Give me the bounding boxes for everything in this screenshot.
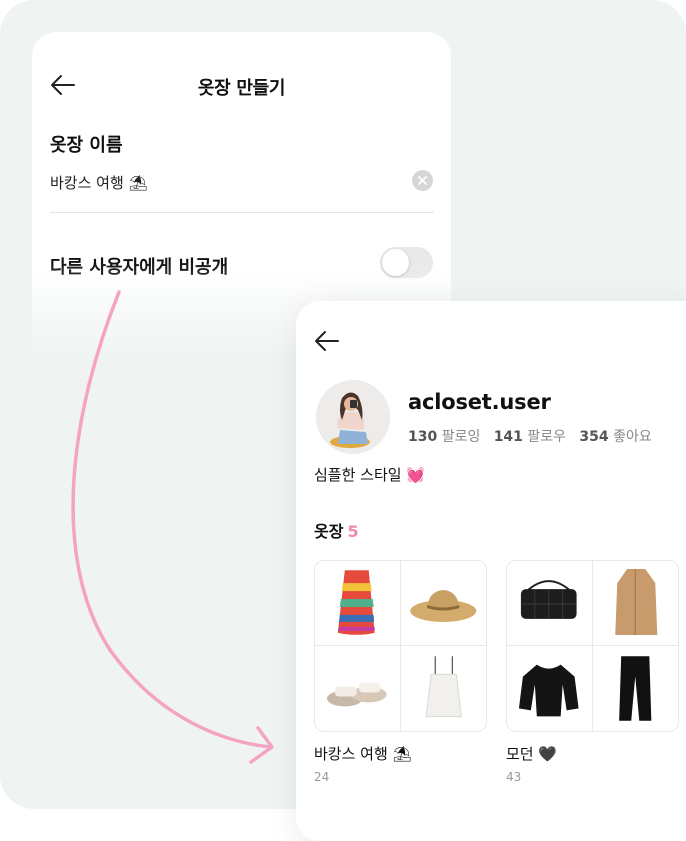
avatar[interactable] <box>316 380 390 454</box>
closet-item-cell <box>401 646 487 731</box>
private-toggle-label: 다른 사용자에게 비공개 <box>50 257 229 278</box>
closet-name[interactable]: 바캉스 여행 ⛱ <box>314 743 412 764</box>
closet-item-cell <box>507 561 593 646</box>
closet-card-modern[interactable] <box>506 560 679 732</box>
closet-item-cell <box>593 646 679 731</box>
closet-name[interactable]: 모던 🖤 <box>506 743 557 764</box>
closet-item-cell <box>315 561 401 646</box>
closets-count: 5 <box>347 522 359 541</box>
toggle-knob <box>382 249 409 276</box>
closet-name-label: 옷장 이름 <box>50 135 123 156</box>
following-stat[interactable]: 130 팔로잉 <box>408 429 480 445</box>
closet-item-cell <box>315 646 401 731</box>
closet-item-cell <box>592 561 678 646</box>
back-arrow-icon[interactable] <box>314 330 340 352</box>
closet-name-input[interactable]: 바캉스 여행 ⛱ <box>50 172 148 193</box>
trench-coat-icon <box>614 569 657 635</box>
leather-pants-icon <box>618 656 651 721</box>
username: acloset.user <box>408 390 551 414</box>
likes-stat[interactable]: 354 좋아요 <box>579 429 651 445</box>
followers-stat[interactable]: 141 팔로우 <box>494 429 566 445</box>
sandals-icon <box>326 682 387 707</box>
closet-item-count: 43 <box>506 770 522 784</box>
profile-card: acloset.user 130 팔로잉 141 팔로우 354 좋아요 심플한… <box>296 301 686 841</box>
avatar-photo <box>316 380 390 454</box>
closet-item-count: 24 <box>314 770 330 784</box>
profile-stats: 130 팔로잉 141 팔로우 354 좋아요 <box>408 426 652 446</box>
divider <box>50 212 434 213</box>
striped-skirt-icon <box>337 570 375 635</box>
straw-hat-icon <box>409 590 476 622</box>
page-title: 옷장 만들기 <box>197 78 286 99</box>
close-icon <box>418 176 427 185</box>
closet-card-vacation[interactable] <box>314 560 487 732</box>
closet-item-cell <box>507 646 593 731</box>
profile-bio: 심플한 스타일 💓 <box>314 466 426 484</box>
private-toggle[interactable] <box>380 247 433 278</box>
closet-item-cell <box>400 561 486 646</box>
black-blouse-icon <box>518 664 579 717</box>
clear-input-button[interactable] <box>412 170 433 191</box>
black-quilted-bag-icon <box>520 580 577 619</box>
white-crop-top-icon <box>425 656 462 718</box>
closets-section-title: 옷장 5 <box>314 522 359 541</box>
